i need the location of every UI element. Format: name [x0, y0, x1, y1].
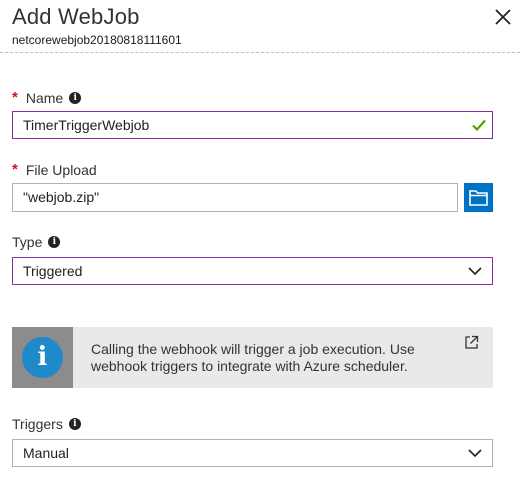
info-banner: i Calling the webhook will trigger a job…: [12, 327, 493, 388]
page-title: Add WebJob: [12, 4, 140, 29]
type-label: Type i: [12, 234, 61, 250]
blade-header: Add WebJob netcorewebjob20180818111601: [0, 0, 520, 56]
info-banner-icon-area: i: [12, 327, 73, 388]
file-upload-value: "webjob.zip": [23, 189, 100, 205]
close-icon[interactable]: [492, 6, 514, 28]
required-marker: *: [12, 89, 18, 106]
file-upload-label: * File Upload: [12, 161, 97, 178]
info-icon[interactable]: i: [69, 91, 82, 104]
chevron-down-icon: [468, 449, 482, 458]
name-label: * Name i: [12, 89, 82, 106]
info-icon: i: [22, 337, 63, 378]
name-label-text: Name: [25, 89, 64, 106]
info-icon[interactable]: i: [68, 418, 81, 430]
triggers-label: Triggers i: [12, 416, 81, 432]
file-upload-label-text: File Upload: [25, 161, 97, 178]
triggers-select[interactable]: Manual: [12, 439, 493, 467]
type-label-text: Type: [12, 234, 43, 250]
checkmark-icon: [472, 119, 486, 132]
info-banner-text: Calling the webhook will trigger a job e…: [91, 341, 415, 374]
file-upload-input[interactable]: "webjob.zip": [12, 183, 458, 212]
triggers-select-value: Manual: [23, 445, 69, 461]
folder-icon: [469, 190, 488, 206]
external-link-icon[interactable]: [464, 335, 479, 350]
required-marker: *: [12, 161, 18, 178]
chevron-down-icon: [468, 267, 482, 276]
info-icon[interactable]: i: [48, 236, 61, 248]
triggers-label-text: Triggers: [12, 416, 63, 432]
name-input-value: TimerTriggerWebjob: [23, 117, 150, 133]
type-select-value: Triggered: [23, 263, 83, 279]
header-divider: [0, 52, 520, 53]
name-input[interactable]: TimerTriggerWebjob: [12, 111, 493, 139]
browse-file-button[interactable]: [464, 183, 493, 212]
page-subtitle: netcorewebjob20180818111601: [12, 33, 182, 47]
type-select[interactable]: Triggered: [12, 257, 493, 285]
